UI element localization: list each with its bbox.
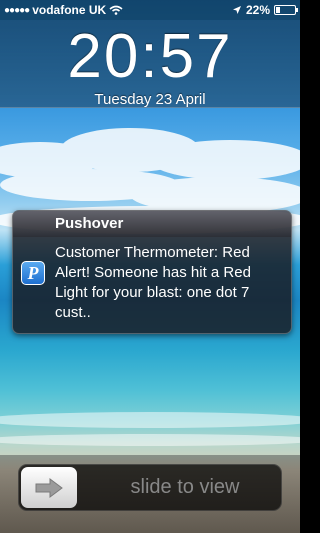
wifi-icon bbox=[109, 5, 123, 15]
slide-knob[interactable] bbox=[21, 467, 77, 508]
location-arrow-icon bbox=[232, 6, 241, 14]
carrier-name: vodafone UK bbox=[32, 3, 107, 17]
slide-to-view-track[interactable]: slide to view bbox=[18, 464, 282, 511]
clock-date: Tuesday 23 April bbox=[94, 91, 206, 108]
lock-clock-panel: 20:57 Tuesday 23 April bbox=[0, 20, 300, 108]
notification-message: Customer Thermometer: Red Alert! Someone… bbox=[55, 244, 251, 321]
slide-to-view-label: slide to view bbox=[130, 476, 240, 498]
signal-icon: ●●●●● bbox=[4, 4, 30, 16]
carrier-group: ●●●●● vodafone UK bbox=[4, 3, 123, 17]
battery-fill bbox=[276, 7, 280, 13]
status-bar: ●●●●● vodafone UK 22% bbox=[0, 0, 300, 20]
arrow-right-icon bbox=[35, 477, 63, 498]
pushover-app-icon: P bbox=[21, 261, 45, 285]
battery-percent: 22% bbox=[245, 3, 270, 17]
notification-app-name: Pushover bbox=[13, 211, 291, 237]
clock-time: 20:57 bbox=[67, 22, 233, 91]
notification-card[interactable]: Pushover P Customer Thermometer: Red Ale… bbox=[12, 210, 292, 334]
battery-icon bbox=[274, 5, 298, 15]
unlock-panel: slide to view bbox=[0, 455, 300, 533]
status-right-group: 22% bbox=[232, 3, 298, 17]
